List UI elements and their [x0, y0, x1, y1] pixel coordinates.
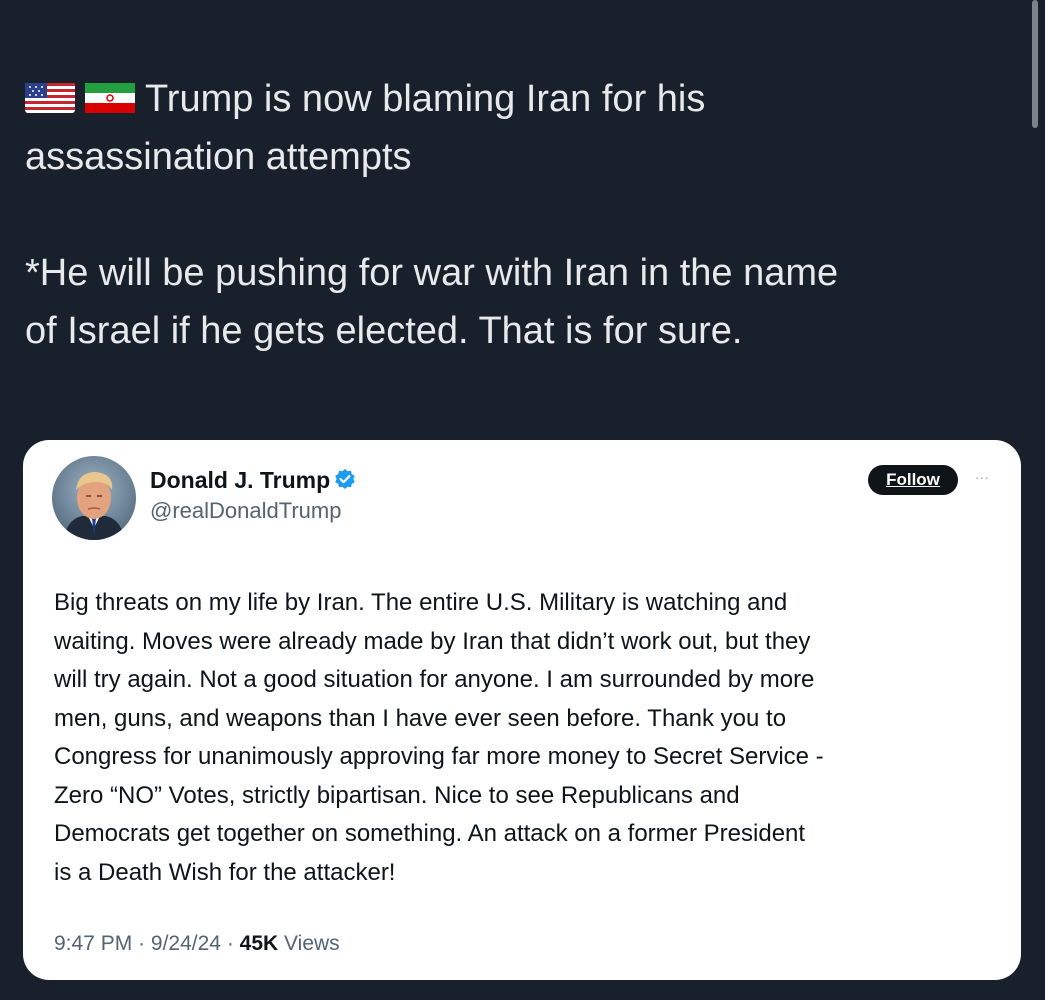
tweet-date[interactable]: 9/24/24	[151, 932, 221, 955]
tweet-body-line: Zero “NO” Votes, strictly bipartisan. Ni…	[54, 781, 740, 809]
post-text: Trump is now blaming Iran for his assass…	[25, 70, 1015, 360]
tweet-body-line: waiting. Moves were already made by Iran…	[54, 627, 811, 655]
meta-separator: ·	[226, 932, 234, 955]
tweet-body-line: men, guns, and weapons than I have ever …	[54, 704, 787, 732]
post-line-2: assassination attempts	[25, 136, 412, 178]
tweet-body-line: Congress for unanimously approving far m…	[54, 743, 824, 770]
post-line-1: Trump is now blaming Iran for his	[25, 70, 1015, 128]
views-label: Views	[284, 932, 340, 955]
tweet-body: Big threats on my life by Iran. The enti…	[54, 584, 994, 892]
avatar[interactable]	[52, 456, 136, 540]
post-line-4: of Israel if he gets elected. That is fo…	[25, 310, 743, 352]
views-count: 45K	[239, 932, 279, 955]
quoted-tweet-card[interactable]: Donald J. Trump @realDonaldTrump Follow …	[23, 440, 1021, 980]
post-line-1-text: Trump is now blaming Iran for his	[145, 78, 706, 120]
tweet-body-line: Big threats on my life by Iran. The enti…	[54, 589, 788, 616]
tweet-body-line: Democrats get together on something. An …	[54, 820, 806, 847]
follow-button[interactable]: Follow	[868, 465, 958, 495]
iran-flag-icon	[85, 82, 135, 113]
user-handle[interactable]: @realDonaldTrump	[150, 496, 356, 526]
tweet-body-line: is a Death Wish for the attacker!	[54, 858, 396, 886]
verified-badge-icon	[335, 469, 355, 489]
author-block: Donald J. Trump @realDonaldTrump	[150, 466, 356, 526]
tweet-meta: 9:47 PM · 9/24/24 · 45K Views	[54, 932, 340, 956]
us-flag-icon	[25, 82, 75, 113]
scrollbar[interactable]	[1032, 0, 1038, 128]
tweet-time[interactable]: 9:47 PM	[54, 932, 132, 955]
display-name[interactable]: Donald J. Trump	[150, 466, 330, 494]
avatar-image	[52, 456, 136, 540]
more-options-icon[interactable]: ···	[971, 470, 993, 484]
meta-separator: ·	[138, 932, 146, 955]
screenshot-page: Trump is now blaming Iran for his assass…	[0, 0, 1045, 1000]
tweet-body-line: will try again. Not a good situation for…	[54, 666, 815, 693]
post-line-3: *He will be pushing for war with Iran in…	[25, 252, 839, 294]
